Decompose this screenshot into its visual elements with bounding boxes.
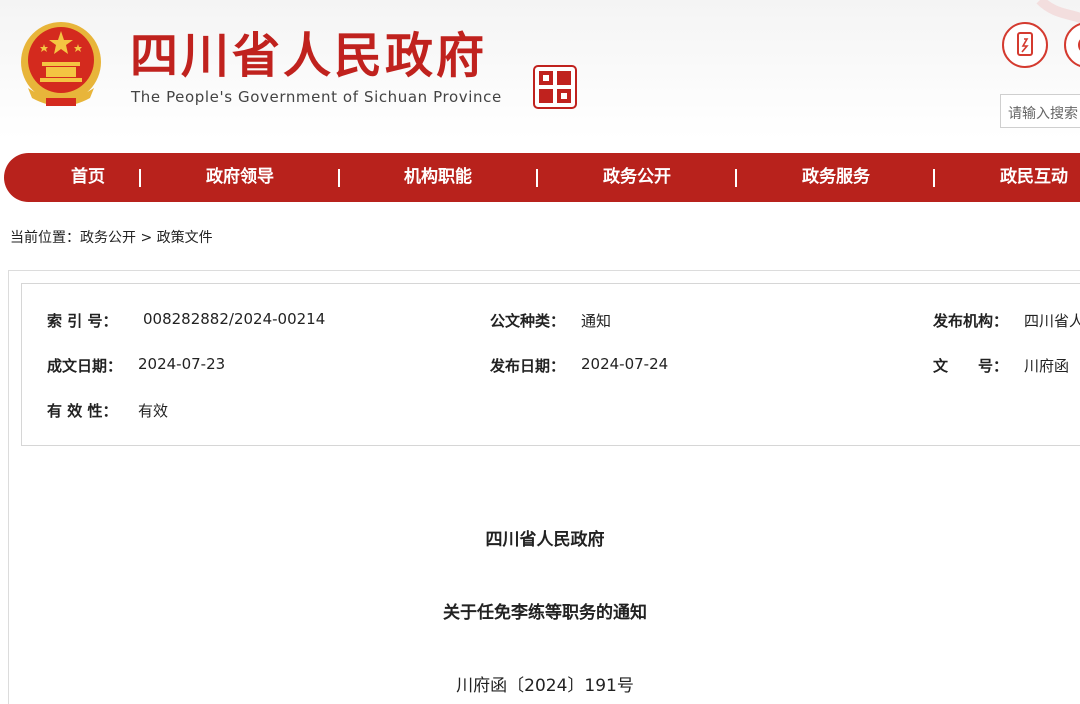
nav-item-institutions[interactable]: 机构职能	[378, 153, 498, 202]
weibo-button[interactable]	[1064, 22, 1080, 68]
site-header: 四川省人民政府 The People's Government of Sichu…	[0, 0, 1080, 140]
nav-separator	[735, 169, 737, 187]
document-number: 川府函〔2024〕191号	[456, 676, 634, 696]
validity-label: 有 效 性：	[47, 402, 118, 420]
breadcrumb-prefix: 当前位置：	[10, 230, 80, 246]
published-date-label: 发布日期：	[490, 357, 566, 375]
national-emblem-icon[interactable]	[16, 18, 106, 112]
document-type-value: 通知	[581, 312, 612, 330]
nav-item-home[interactable]: 首页	[48, 153, 128, 202]
published-date-value: 2024-07-24	[581, 355, 669, 373]
site-title-chinese[interactable]: 四川省人民政府	[130, 28, 487, 84]
publisher-value: 四川省人	[1024, 312, 1080, 330]
publisher-label: 发布机构：	[933, 312, 1009, 330]
main-nav-bar: 首页 政府领导 机构职能 政务公开 政务服务 政民互动	[4, 153, 1080, 202]
breadcrumb: 当前位置：政务公开 > 政策文件	[10, 227, 213, 247]
weibo-icon	[1078, 39, 1080, 51]
document-issuer: 四川省人民政府	[485, 530, 605, 550]
mobile-version-button[interactable]	[1002, 22, 1048, 68]
document-number-label: 文 号：	[933, 357, 1009, 375]
breadcrumb-link-open-government[interactable]: 政务公开	[80, 230, 136, 246]
search-input[interactable]: 请输入搜索	[1000, 94, 1080, 128]
nav-separator	[933, 169, 935, 187]
nav-item-interaction[interactable]: 政民互动	[974, 153, 1080, 202]
created-date-label: 成文日期：	[47, 357, 123, 375]
site-title-english[interactable]: The People's Government of Sichuan Provi…	[131, 88, 502, 106]
document-number-value: 川府函	[1024, 357, 1070, 375]
china-seal-logo-icon	[533, 65, 577, 109]
nav-separator	[139, 169, 141, 187]
document-type-label: 公文种类：	[490, 312, 566, 330]
nav-item-leaders[interactable]: 政府领导	[180, 153, 300, 202]
index-number-value: 008282882/2024-00214	[143, 310, 326, 328]
breadcrumb-link-policy-documents[interactable]: 政策文件	[157, 230, 213, 246]
nav-separator	[536, 169, 538, 187]
mobile-phone-icon	[1017, 32, 1033, 56]
nav-item-services[interactable]: 政务服务	[776, 153, 896, 202]
validity-value: 有效	[138, 402, 169, 420]
index-number-label: 索 引 号：	[47, 312, 118, 330]
nav-item-open-government[interactable]: 政务公开	[577, 153, 697, 202]
created-date-value: 2024-07-23	[138, 355, 226, 373]
document-title: 关于任免李练等职务的通知	[443, 603, 647, 623]
document-metadata-table: 索 引 号： 008282882/2024-00214 公文种类： 通知 发布机…	[21, 283, 1080, 446]
breadcrumb-separator: >	[136, 230, 157, 246]
nav-separator	[338, 169, 340, 187]
